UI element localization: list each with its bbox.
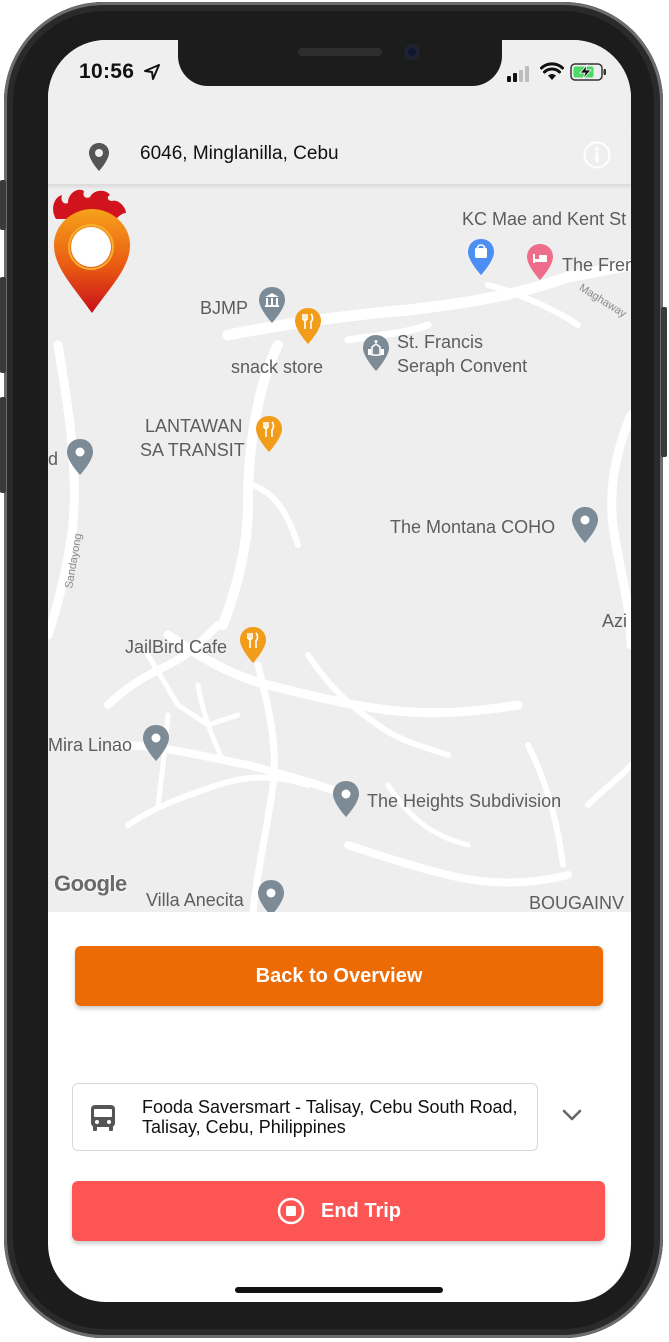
shopping-bag-icon[interactable] — [466, 237, 496, 277]
place-pin-icon[interactable] — [256, 878, 286, 912]
church-icon[interactable] — [361, 333, 391, 373]
wifi-icon — [540, 62, 564, 80]
earpiece-speaker — [298, 48, 382, 56]
device-notch — [178, 40, 502, 86]
side-button-volume-up — [0, 277, 6, 373]
phone-frame: 10:56 6046, Minglanilla, Cebu KC Mae and… — [0, 2, 667, 1338]
poi-label-villa-anecita: Villa Anecita — [146, 890, 244, 910]
destination-selector[interactable]: Fooda Saversmart - Talisay, Cebu South R… — [72, 1083, 538, 1151]
place-pin-icon[interactable] — [141, 723, 171, 763]
info-icon[interactable] — [582, 140, 612, 170]
poi-label-kc-mae: KC Mae and Kent St — [462, 209, 627, 229]
back-to-overview-button[interactable]: Back to Overview — [75, 946, 603, 1006]
app-screen: 10:56 6046, Minglanilla, Cebu KC Mae and… — [48, 40, 631, 1302]
bus-icon — [91, 1105, 115, 1131]
rooster-location-marker-icon[interactable] — [48, 185, 134, 317]
government-building-icon[interactable] — [257, 285, 287, 325]
restaurant-icon[interactable] — [238, 625, 268, 665]
poi-label-montana: The Montana COHO — [390, 517, 556, 537]
end-trip-button[interactable]: End Trip — [72, 1181, 605, 1241]
side-button-silent — [0, 180, 6, 230]
end-trip-label: End Trip — [321, 1200, 401, 1222]
side-button-volume-down — [0, 397, 6, 493]
address-bar: 6046, Minglanilla, Cebu — [48, 130, 631, 185]
poi-label-mira-linao: Mira Linao — [48, 735, 133, 755]
map-view[interactable]: KC Mae and Kent St The Fren Maghaway BJM… — [48, 185, 631, 912]
poi-label-jailbird: JailBird Cafe — [125, 637, 228, 657]
poi-label-st-francis-1: St. Francis — [397, 332, 484, 352]
google-logo: Google — [54, 871, 127, 896]
restaurant-icon[interactable] — [293, 306, 323, 346]
current-address: 6046, Minglanilla, Cebu — [140, 143, 339, 164]
battery-charging-icon — [570, 63, 606, 81]
home-indicator[interactable] — [235, 1287, 443, 1293]
cellular-signal-icon — [507, 66, 529, 82]
chevron-down-icon[interactable] — [560, 1107, 584, 1123]
poi-label-the-fren: The Fren — [562, 255, 631, 275]
poi-label-partial-d: d — [48, 449, 59, 469]
status-time: 10:56 — [79, 60, 135, 83]
poi-label-snack-store: snack store — [231, 357, 324, 377]
place-pin-icon[interactable] — [570, 505, 600, 545]
poi-label-st-francis-2: Seraph Convent — [397, 356, 528, 376]
place-pin-icon[interactable] — [65, 437, 95, 477]
hotel-bed-icon[interactable] — [525, 242, 555, 282]
destination-address: Fooda Saversmart - Talisay, Cebu South R… — [142, 1097, 518, 1137]
side-button-power — [661, 307, 667, 457]
poi-label-lantawan-2: SA TRANSIT — [140, 440, 245, 460]
front-camera — [404, 44, 420, 60]
map-pin-icon — [89, 143, 109, 171]
poi-label-heights: The Heights Subdivision — [367, 791, 562, 811]
location-arrow-icon — [144, 64, 160, 80]
poi-label-bougainv: BOUGAINV — [529, 893, 625, 912]
stop-icon — [277, 1197, 305, 1225]
poi-label-bjmp: BJMP — [200, 298, 249, 318]
poi-label-azi: Azi — [602, 611, 628, 631]
place-pin-icon[interactable] — [331, 779, 361, 819]
restaurant-icon[interactable] — [254, 414, 284, 454]
poi-label-lantawan-1: LANTAWAN — [145, 416, 243, 436]
